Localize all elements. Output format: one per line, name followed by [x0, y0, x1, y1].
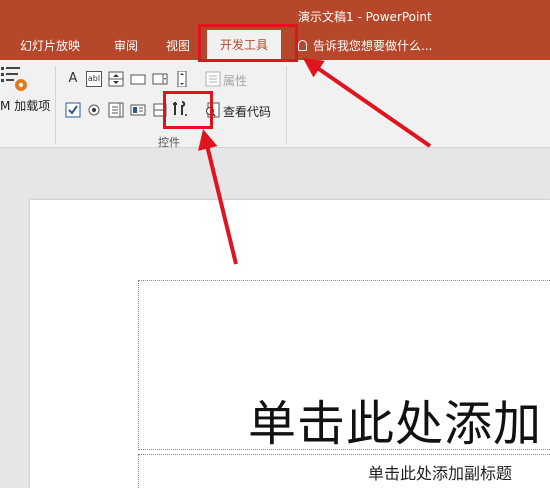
- addins-button[interactable]: M 加载项: [0, 97, 50, 114]
- tab-review[interactable]: 审阅: [114, 37, 138, 54]
- view-code-button[interactable]: 查看代码: [223, 103, 271, 120]
- label-control-icon[interactable]: A: [65, 71, 81, 87]
- addins-icon[interactable]: [0, 63, 30, 93]
- addins-prefix: M: [0, 99, 11, 113]
- command-button-icon[interactable]: [130, 71, 146, 87]
- list-box-icon[interactable]: [108, 102, 124, 118]
- image-control-icon[interactable]: [130, 102, 146, 118]
- tab-view[interactable]: 视图: [166, 37, 190, 54]
- ribbon-panel: [0, 60, 550, 148]
- scroll-bar-icon[interactable]: [174, 71, 190, 87]
- tab-slideshow[interactable]: 幻灯片放映: [20, 37, 80, 54]
- controls-group-label: 控件: [158, 136, 180, 149]
- properties-icon[interactable]: [205, 71, 221, 87]
- window-title: 演示文稿1 - PowerPoint: [298, 10, 432, 24]
- checkbox-control-icon[interactable]: [65, 102, 81, 118]
- subtitle-placeholder-text[interactable]: 单击此处添加副标题: [368, 460, 512, 484]
- ribbon-separator: [286, 66, 287, 144]
- more-controls-highlight: [163, 91, 213, 129]
- lightbulb-icon: [298, 40, 307, 51]
- tell-me-search[interactable]: 告诉我您想要做什么...: [298, 37, 432, 54]
- spin-button-icon[interactable]: [108, 71, 124, 87]
- developer-tab-highlight: [198, 24, 298, 62]
- combo-box-icon[interactable]: [152, 71, 168, 87]
- tell-me-text: 告诉我您想要做什么...: [313, 39, 433, 53]
- title-placeholder-text[interactable]: 单击此处添加: [248, 384, 542, 454]
- ribbon-separator: [55, 66, 56, 144]
- properties-button[interactable]: 属性: [223, 72, 247, 89]
- option-button-icon[interactable]: [86, 102, 102, 118]
- textbox-control-icon[interactable]: abl: [86, 71, 102, 87]
- addins-label: 加载项: [14, 99, 51, 113]
